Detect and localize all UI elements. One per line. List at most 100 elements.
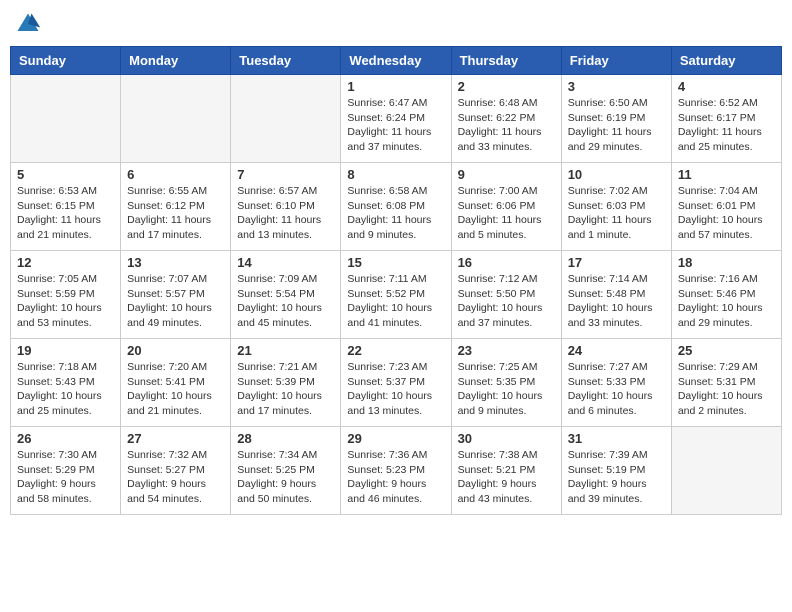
day-number: 17 [568, 255, 665, 270]
calendar-cell [231, 75, 341, 163]
calendar-cell: 6 Sunrise: 6:55 AM Sunset: 6:12 PM Daylig… [121, 163, 231, 251]
day-number: 12 [17, 255, 114, 270]
calendar-cell [11, 75, 121, 163]
day-number: 18 [678, 255, 775, 270]
weekday-sunday: Sunday [11, 47, 121, 75]
day-number: 2 [458, 79, 555, 94]
day-number: 5 [17, 167, 114, 182]
day-number: 19 [17, 343, 114, 358]
calendar-cell: 8Sunrise: 6:58 AM Sunset: 6:08 PM Daylig… [341, 163, 451, 251]
calendar-table: SundayMondayTuesdayWednesdayThursdayFrid… [10, 46, 782, 515]
day-number: 13 [127, 255, 224, 270]
day-info: Sunrise: 7:34 AM Sunset: 5:25 PM Dayligh… [237, 448, 334, 507]
day-info: Sunrise: 7:16 AM Sunset: 5:46 PM Dayligh… [678, 272, 775, 331]
calendar-cell: 23 Sunrise: 7:25 AM Sunset: 5:35 PM Dayli… [451, 339, 561, 427]
day-info: Sunrise: 6:50 AM Sunset: 6:19 PM Dayligh… [568, 96, 665, 155]
calendar-cell: 21 Sunrise: 7:21 AM Sunset: 5:39 PM Dayli… [231, 339, 341, 427]
page-header [10, 10, 782, 38]
week-row-5: 26 Sunrise: 7:30 AM Sunset: 5:29 PM Dayli… [11, 427, 782, 515]
day-info: Sunrise: 7:27 AM Sunset: 5:33 PM Dayligh… [568, 360, 665, 419]
day-info: Sunrise: 6:57 AM Sunset: 6:10 PM Dayligh… [237, 184, 334, 243]
day-number: 10 [568, 167, 665, 182]
day-info: Sunrise: 7:29 AM Sunset: 5:31 PM Dayligh… [678, 360, 775, 419]
day-info: Sunrise: 7:20 AM Sunset: 5:41 PM Dayligh… [127, 360, 224, 419]
calendar-cell: 28 Sunrise: 7:34 AM Sunset: 5:25 PM Dayli… [231, 427, 341, 515]
day-info: Sunrise: 6:55 AM Sunset: 6:12 PM Dayligh… [127, 184, 224, 243]
day-info: Sunrise: 7:12 AM Sunset: 5:50 PM Dayligh… [458, 272, 555, 331]
day-number: 1 [347, 79, 444, 94]
day-number: 4 [678, 79, 775, 94]
day-info: Sunrise: 6:47 AM Sunset: 6:24 PM Dayligh… [347, 96, 444, 155]
calendar-cell: 26 Sunrise: 7:30 AM Sunset: 5:29 PM Dayli… [11, 427, 121, 515]
day-info: Sunrise: 7:39 AM Sunset: 5:19 PM Dayligh… [568, 448, 665, 507]
calendar-header: SundayMondayTuesdayWednesdayThursdayFrid… [11, 47, 782, 75]
calendar-cell: 11Sunrise: 7:04 AM Sunset: 6:01 PM Dayli… [671, 163, 781, 251]
week-row-3: 12 Sunrise: 7:05 AM Sunset: 5:59 PM Dayli… [11, 251, 782, 339]
day-number: 29 [347, 431, 444, 446]
weekday-saturday: Saturday [671, 47, 781, 75]
calendar-cell: 5 Sunrise: 6:53 AM Sunset: 6:15 PM Daylig… [11, 163, 121, 251]
day-info: Sunrise: 7:18 AM Sunset: 5:43 PM Dayligh… [17, 360, 114, 419]
calendar-cell: 10Sunrise: 7:02 AM Sunset: 6:03 PM Dayli… [561, 163, 671, 251]
day-number: 15 [347, 255, 444, 270]
day-number: 25 [678, 343, 775, 358]
calendar-cell: 1 Sunrise: 6:47 AM Sunset: 6:24 PM Daylig… [341, 75, 451, 163]
day-number: 31 [568, 431, 665, 446]
day-number: 21 [237, 343, 334, 358]
day-number: 30 [458, 431, 555, 446]
day-number: 16 [458, 255, 555, 270]
day-number: 14 [237, 255, 334, 270]
calendar-cell: 9 Sunrise: 7:00 AM Sunset: 6:06 PM Daylig… [451, 163, 561, 251]
day-number: 9 [458, 167, 555, 182]
day-info: Sunrise: 7:04 AM Sunset: 6:01 PM Dayligh… [678, 184, 775, 243]
day-number: 23 [458, 343, 555, 358]
calendar-cell: 30 Sunrise: 7:38 AM Sunset: 5:21 PM Dayli… [451, 427, 561, 515]
calendar-cell: 7 Sunrise: 6:57 AM Sunset: 6:10 PM Daylig… [231, 163, 341, 251]
logo [14, 10, 46, 38]
day-info: Sunrise: 7:14 AM Sunset: 5:48 PM Dayligh… [568, 272, 665, 331]
week-row-1: 1 Sunrise: 6:47 AM Sunset: 6:24 PM Daylig… [11, 75, 782, 163]
day-number: 27 [127, 431, 224, 446]
day-info: Sunrise: 7:25 AM Sunset: 5:35 PM Dayligh… [458, 360, 555, 419]
day-info: Sunrise: 6:52 AM Sunset: 6:17 PM Dayligh… [678, 96, 775, 155]
day-number: 26 [17, 431, 114, 446]
calendar-body: 1 Sunrise: 6:47 AM Sunset: 6:24 PM Daylig… [11, 75, 782, 515]
calendar-cell: 16 Sunrise: 7:12 AM Sunset: 5:50 PM Dayli… [451, 251, 561, 339]
calendar-cell: 27 Sunrise: 7:32 AM Sunset: 5:27 PM Dayli… [121, 427, 231, 515]
day-number: 7 [237, 167, 334, 182]
calendar-cell: 14 Sunrise: 7:09 AM Sunset: 5:54 PM Dayli… [231, 251, 341, 339]
day-number: 6 [127, 167, 224, 182]
weekday-header-row: SundayMondayTuesdayWednesdayThursdayFrid… [11, 47, 782, 75]
weekday-tuesday: Tuesday [231, 47, 341, 75]
day-info: Sunrise: 7:00 AM Sunset: 6:06 PM Dayligh… [458, 184, 555, 243]
calendar-cell: 2Sunrise: 6:48 AM Sunset: 6:22 PM Daylig… [451, 75, 561, 163]
day-info: Sunrise: 7:23 AM Sunset: 5:37 PM Dayligh… [347, 360, 444, 419]
weekday-wednesday: Wednesday [341, 47, 451, 75]
day-number: 20 [127, 343, 224, 358]
day-info: Sunrise: 7:32 AM Sunset: 5:27 PM Dayligh… [127, 448, 224, 507]
day-info: Sunrise: 7:36 AM Sunset: 5:23 PM Dayligh… [347, 448, 444, 507]
calendar-cell: 13 Sunrise: 7:07 AM Sunset: 5:57 PM Dayli… [121, 251, 231, 339]
day-number: 24 [568, 343, 665, 358]
weekday-friday: Friday [561, 47, 671, 75]
week-row-4: 19 Sunrise: 7:18 AM Sunset: 5:43 PM Dayli… [11, 339, 782, 427]
calendar-cell: 12 Sunrise: 7:05 AM Sunset: 5:59 PM Dayli… [11, 251, 121, 339]
day-info: Sunrise: 7:30 AM Sunset: 5:29 PM Dayligh… [17, 448, 114, 507]
weekday-thursday: Thursday [451, 47, 561, 75]
day-info: Sunrise: 7:38 AM Sunset: 5:21 PM Dayligh… [458, 448, 555, 507]
day-number: 22 [347, 343, 444, 358]
day-info: Sunrise: 7:05 AM Sunset: 5:59 PM Dayligh… [17, 272, 114, 331]
weekday-monday: Monday [121, 47, 231, 75]
day-number: 28 [237, 431, 334, 446]
day-info: Sunrise: 7:09 AM Sunset: 5:54 PM Dayligh… [237, 272, 334, 331]
day-info: Sunrise: 7:21 AM Sunset: 5:39 PM Dayligh… [237, 360, 334, 419]
day-info: Sunrise: 7:11 AM Sunset: 5:52 PM Dayligh… [347, 272, 444, 331]
calendar-cell: 25 Sunrise: 7:29 AM Sunset: 5:31 PM Dayli… [671, 339, 781, 427]
day-info: Sunrise: 7:07 AM Sunset: 5:57 PM Dayligh… [127, 272, 224, 331]
logo-icon [14, 10, 42, 38]
calendar-cell: 20 Sunrise: 7:20 AM Sunset: 5:41 PM Dayli… [121, 339, 231, 427]
day-info: Sunrise: 6:53 AM Sunset: 6:15 PM Dayligh… [17, 184, 114, 243]
calendar-cell: 3 Sunrise: 6:50 AM Sunset: 6:19 PM Daylig… [561, 75, 671, 163]
calendar-cell: 19 Sunrise: 7:18 AM Sunset: 5:43 PM Dayli… [11, 339, 121, 427]
day-number: 3 [568, 79, 665, 94]
